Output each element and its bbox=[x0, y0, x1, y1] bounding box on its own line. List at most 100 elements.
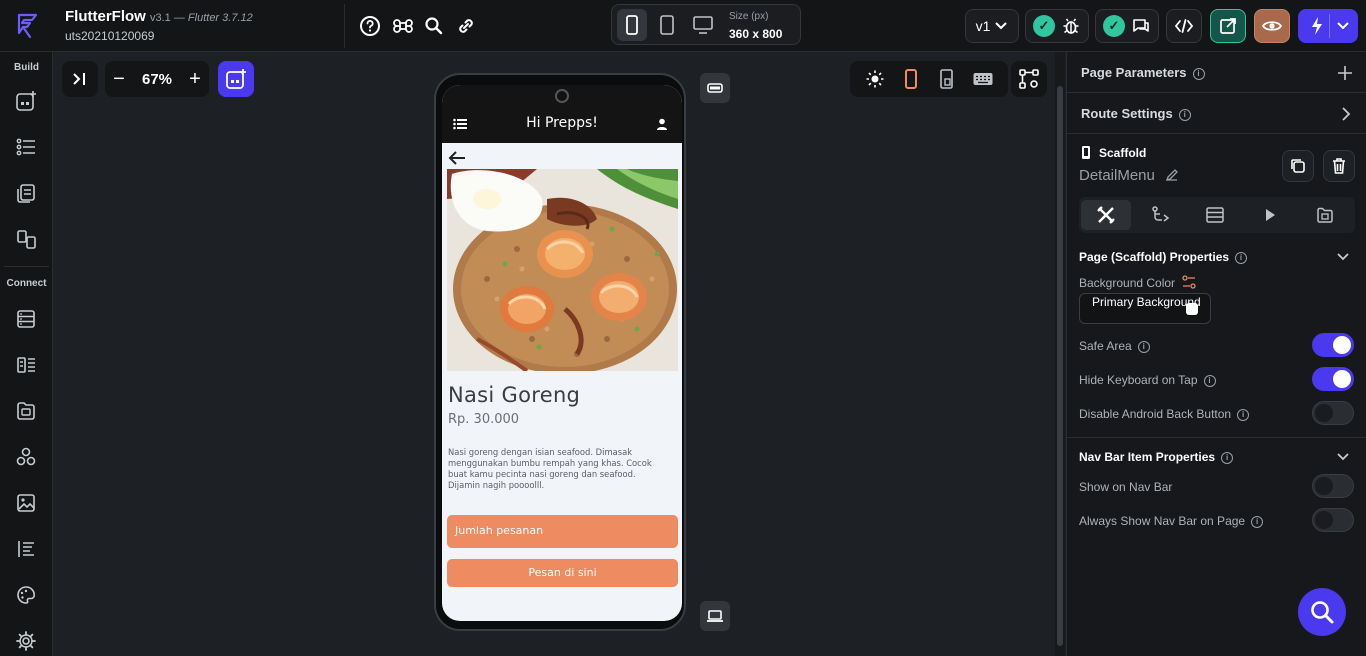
version-selector[interactable]: v1 bbox=[965, 9, 1019, 43]
responsive-button[interactable] bbox=[929, 61, 965, 97]
theme-palette-icon[interactable] bbox=[13, 582, 39, 608]
open-external-button[interactable] bbox=[1210, 9, 1246, 43]
collapse-panel-button[interactable] bbox=[62, 61, 98, 97]
data-types-icon[interactable] bbox=[13, 352, 39, 378]
tab-actions[interactable] bbox=[1245, 200, 1295, 230]
comments-status-button[interactable]: ✓ bbox=[1095, 9, 1159, 43]
code-icon bbox=[1174, 19, 1194, 33]
color-variables-icon[interactable] bbox=[1182, 275, 1197, 289]
background-color-label: Background Color bbox=[1079, 275, 1197, 290]
open-external-icon bbox=[1220, 18, 1236, 34]
check-icon: ✓ bbox=[1103, 15, 1125, 37]
debug-status-button[interactable]: ✓ bbox=[1025, 9, 1089, 43]
canvas-scrollbar[interactable] bbox=[1055, 52, 1065, 656]
background-color-picker[interactable]: Primary Background bbox=[1079, 293, 1211, 324]
tab-media[interactable] bbox=[1300, 200, 1350, 230]
run-button[interactable] bbox=[1298, 9, 1358, 43]
tablet-device-button[interactable] bbox=[652, 9, 682, 41]
image-assets-icon[interactable] bbox=[13, 490, 39, 516]
add-widget-icon[interactable] bbox=[13, 88, 39, 114]
camera-icon bbox=[555, 89, 569, 103]
edit-pencil-icon[interactable] bbox=[1165, 168, 1179, 182]
arrow-back-icon[interactable] bbox=[448, 150, 466, 166]
info-icon[interactable]: i bbox=[1137, 340, 1150, 353]
chevron-down-icon[interactable] bbox=[1336, 452, 1350, 462]
tab-backend-query[interactable] bbox=[1136, 200, 1186, 230]
info-icon[interactable]: i bbox=[1203, 374, 1216, 387]
app-version: v3.1 — Flutter 3.7.12 bbox=[150, 12, 253, 24]
help-icon[interactable] bbox=[358, 14, 382, 38]
search-icon[interactable] bbox=[422, 14, 446, 38]
tab-state[interactable] bbox=[1190, 200, 1240, 230]
person-icon[interactable] bbox=[656, 118, 668, 130]
link-icon[interactable] bbox=[454, 14, 478, 38]
add-widget-button[interactable] bbox=[218, 61, 254, 97]
zoom-out-button[interactable]: − bbox=[105, 68, 133, 91]
keyboard-icon bbox=[973, 73, 993, 85]
flutterflow-logo-icon[interactable] bbox=[12, 10, 44, 42]
show-navbar-toggle[interactable] bbox=[1312, 474, 1354, 498]
page-parameters-row[interactable]: Page Parameters i bbox=[1067, 52, 1366, 93]
toggle-keyboard-button[interactable] bbox=[700, 601, 730, 631]
tab-properties[interactable] bbox=[1081, 200, 1131, 230]
app-bar[interactable]: Hi Prepps! bbox=[442, 85, 682, 143]
info-icon[interactable]: i bbox=[1178, 108, 1191, 121]
code-view-button[interactable] bbox=[1166, 9, 1202, 43]
chevron-right-icon[interactable] bbox=[1341, 107, 1351, 121]
pages-icon[interactable] bbox=[13, 180, 39, 206]
widget-tree-icon[interactable] bbox=[13, 134, 39, 160]
scrollbar-thumb[interactable] bbox=[1057, 86, 1063, 646]
zoom-value[interactable]: 67% bbox=[133, 71, 181, 88]
delete-button[interactable] bbox=[1323, 150, 1355, 182]
keyboard-button[interactable] bbox=[965, 61, 1001, 97]
menu-price: Rp. 30.000 bbox=[448, 412, 520, 427]
portrait-orientation-button[interactable] bbox=[893, 61, 929, 97]
phone-device-button[interactable] bbox=[617, 9, 647, 41]
app-title: FlutterFlow v3.1 — Flutter 3.7.12 bbox=[65, 8, 253, 25]
plus-icon[interactable] bbox=[1337, 65, 1353, 81]
page-name[interactable]: DetailMenu bbox=[1079, 167, 1179, 184]
show-navbar-label: Show on Nav Bar bbox=[1079, 480, 1173, 494]
duplicate-button[interactable] bbox=[1282, 150, 1314, 182]
widget-tree-view-button[interactable] bbox=[1011, 61, 1047, 97]
project-id[interactable]: uts20210120069 bbox=[65, 29, 154, 43]
components-icon[interactable] bbox=[13, 444, 39, 470]
info-icon[interactable]: i bbox=[1192, 67, 1205, 80]
info-icon[interactable]: i bbox=[1237, 408, 1250, 421]
disable-back-toggle[interactable] bbox=[1312, 401, 1354, 425]
safe-area-toggle[interactable] bbox=[1312, 333, 1354, 357]
desktop-device-button[interactable] bbox=[688, 9, 718, 41]
storyboard-icon[interactable] bbox=[13, 226, 39, 252]
toggle-statusbar-button[interactable] bbox=[700, 73, 730, 103]
top-bar: FlutterFlow v3.1 — Flutter 3.7.12 uts202… bbox=[0, 0, 1366, 52]
database-icon[interactable] bbox=[13, 306, 39, 332]
scaffold-properties-title[interactable]: Page (Scaffold) Properties i bbox=[1079, 250, 1248, 264]
info-icon[interactable]: i bbox=[1235, 251, 1248, 264]
sidebar-separator bbox=[4, 266, 49, 267]
chevron-down-icon[interactable] bbox=[1336, 252, 1350, 262]
size-value[interactable]: 360 x 800 bbox=[729, 27, 782, 41]
food-image bbox=[447, 169, 678, 371]
zoom-in-button[interactable]: + bbox=[181, 68, 209, 91]
media-folder-icon[interactable] bbox=[13, 398, 39, 424]
hide-keyboard-toggle[interactable] bbox=[1312, 367, 1354, 391]
route-settings-row[interactable]: Route Settings i bbox=[1067, 93, 1366, 134]
navbar-properties-title[interactable]: Nav Bar Item Properties i bbox=[1079, 450, 1234, 464]
command-icon[interactable] bbox=[391, 14, 415, 38]
info-icon[interactable]: i bbox=[1251, 515, 1264, 528]
hide-keyboard-label: Hide Keyboard on Tap i bbox=[1079, 373, 1216, 387]
node-graph-icon bbox=[1019, 69, 1039, 89]
preview-button[interactable] bbox=[1254, 9, 1290, 43]
laptop-icon bbox=[707, 610, 723, 622]
info-icon[interactable]: i bbox=[1221, 451, 1234, 464]
quantity-input[interactable]: Jumlah pesanan bbox=[447, 515, 678, 548]
search-help-button[interactable] bbox=[1298, 588, 1346, 636]
chevron-down-icon[interactable] bbox=[1337, 22, 1349, 30]
custom-code-icon[interactable] bbox=[13, 536, 39, 562]
light-mode-button[interactable] bbox=[857, 61, 893, 97]
phone-screen[interactable]: Hi Prepps! Nasi Goreng Rp. 30.000 Nasi g… bbox=[442, 85, 682, 621]
settings-gear-icon[interactable] bbox=[13, 628, 39, 654]
always-show-navbar-toggle[interactable] bbox=[1312, 508, 1354, 532]
menu-description: Nasi goreng dengan isian seafood. Dimasa… bbox=[448, 447, 652, 490]
order-button[interactable]: Pesan di sini bbox=[447, 559, 678, 587]
